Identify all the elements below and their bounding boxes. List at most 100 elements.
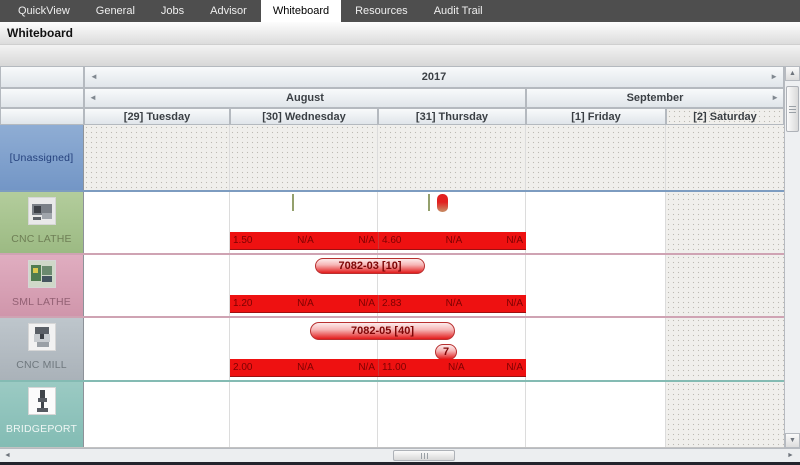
horizontal-scrollbar[interactable]: ◄ ► bbox=[0, 448, 800, 462]
load-bar-cnc-mill: 2.00 N/A N/A 11.00 N/A N/A bbox=[230, 359, 526, 377]
load-value: N/A bbox=[358, 362, 375, 373]
schedule-cell[interactable] bbox=[526, 255, 666, 316]
schedule-cell[interactable] bbox=[666, 192, 784, 253]
schedule-cell[interactable] bbox=[84, 192, 230, 253]
down-arrow-icon: ▼ bbox=[789, 437, 796, 444]
schedule-cell[interactable] bbox=[84, 255, 230, 316]
schedule-cell[interactable] bbox=[84, 125, 230, 190]
row-cnc-lathe: 1.50 N/A N/A 4.60 N/A N/A CNC LATHE bbox=[0, 192, 784, 255]
grip bbox=[427, 453, 428, 459]
month-label: August bbox=[286, 92, 324, 104]
left-arrow-icon: ◄ bbox=[4, 452, 11, 459]
month-label: September bbox=[627, 92, 684, 104]
load-value: 1.20 bbox=[233, 298, 252, 309]
load-bar-sml-lathe: 1.20 N/A N/A 2.83 N/A N/A bbox=[230, 295, 526, 313]
resource-name: CNC LATHE bbox=[11, 233, 72, 245]
scroll-left-button[interactable]: ◄ bbox=[0, 449, 15, 462]
row-cnc-mill: 7082-05 [40] 7 2.00 N/A N/A 11.00 N/A N/… bbox=[0, 318, 784, 382]
resource-label-sml-lathe: SML LATHE bbox=[0, 255, 84, 316]
year-header: ◄ 2017 ► bbox=[84, 66, 784, 88]
job-pill-7082-05[interactable]: 7082-05 [40] bbox=[310, 322, 455, 340]
tab-audit-trail[interactable]: Audit Trail bbox=[422, 0, 495, 22]
whiteboard-window: QuickView General Jobs Advisor Whiteboar… bbox=[0, 0, 800, 465]
job-pill-7082-03[interactable]: 7082-03 [10] bbox=[315, 258, 425, 274]
year-label: 2017 bbox=[422, 71, 446, 83]
month-corner-cell bbox=[0, 88, 84, 108]
day-header-wednesday: [30] Wednesday bbox=[230, 108, 378, 125]
machine-photo-icon bbox=[29, 324, 55, 350]
grip bbox=[789, 112, 796, 113]
month-next-icon[interactable]: ► bbox=[771, 94, 779, 102]
schedule-cell[interactable] bbox=[666, 255, 784, 316]
resource-label-cnc-mill: CNC MILL bbox=[0, 318, 84, 380]
schedule-cell[interactable] bbox=[666, 125, 784, 190]
schedule-cell[interactable] bbox=[526, 382, 666, 447]
job-marker-tick[interactable] bbox=[428, 194, 430, 211]
scroll-right-button[interactable]: ► bbox=[783, 449, 798, 462]
schedule-cell[interactable] bbox=[378, 382, 526, 447]
schedule-cell[interactable] bbox=[526, 318, 666, 380]
day-header-friday: [1] Friday bbox=[526, 108, 666, 125]
job-badge-7[interactable]: 7 bbox=[435, 344, 457, 360]
machine-photo-icon bbox=[29, 198, 55, 224]
tab-quickview[interactable]: QuickView bbox=[6, 0, 82, 22]
title-band: Whiteboard bbox=[0, 22, 800, 45]
tab-bar: QuickView General Jobs Advisor Whiteboar… bbox=[0, 0, 800, 22]
load-segment: 2.00 N/A N/A bbox=[230, 359, 378, 376]
resource-label-cnc-lathe: CNC LATHE bbox=[0, 192, 84, 253]
row-unassigned: [Unassigned] bbox=[0, 125, 784, 192]
load-value: 2.83 bbox=[382, 298, 401, 309]
load-value: N/A bbox=[506, 298, 523, 309]
year-next-icon[interactable]: ► bbox=[770, 73, 778, 81]
grip bbox=[789, 106, 796, 107]
tab-resources[interactable]: Resources bbox=[343, 0, 420, 22]
tab-whiteboard[interactable]: Whiteboard bbox=[261, 0, 341, 22]
vertical-scrollbar[interactable]: ▲ ▼ bbox=[784, 66, 800, 448]
vertical-scroll-thumb[interactable] bbox=[786, 86, 799, 132]
tab-general[interactable]: General bbox=[84, 0, 147, 22]
load-bar-cnc-lathe: 1.50 N/A N/A 4.60 N/A N/A bbox=[230, 232, 526, 250]
scroll-down-button[interactable]: ▼ bbox=[785, 433, 800, 448]
machine-photo-icon bbox=[29, 261, 55, 287]
load-segment: 1.20 N/A N/A bbox=[230, 295, 378, 312]
schedule-cell[interactable] bbox=[230, 125, 378, 190]
tab-jobs[interactable]: Jobs bbox=[149, 0, 196, 22]
scroll-up-button[interactable]: ▲ bbox=[785, 66, 800, 81]
load-value: N/A bbox=[358, 298, 375, 309]
schedule-cell[interactable] bbox=[378, 125, 526, 190]
day-header-thursday: [31] Thursday bbox=[378, 108, 526, 125]
resource-label-unassigned: [Unassigned] bbox=[0, 125, 84, 190]
load-value: N/A bbox=[297, 235, 314, 246]
schedule-cell[interactable] bbox=[666, 318, 784, 380]
scheduler-grid: ◄ 2017 ► ◄ August September ► [29] Tuesd… bbox=[0, 66, 800, 462]
load-segment: 4.60 N/A N/A bbox=[378, 232, 526, 249]
year-prev-icon[interactable]: ◄ bbox=[90, 73, 98, 81]
grip bbox=[789, 109, 796, 110]
load-value: N/A bbox=[297, 298, 314, 309]
resource-label-bridgeport: BRIDGEPORT bbox=[0, 382, 84, 447]
job-marker-blob[interactable] bbox=[437, 194, 448, 212]
load-segment: 11.00 N/A N/A bbox=[378, 359, 526, 376]
schedule-cell[interactable] bbox=[230, 382, 378, 447]
row-bridgeport: BRIDGEPORT bbox=[0, 382, 784, 448]
tab-advisor[interactable]: Advisor bbox=[198, 0, 259, 22]
schedule-cell[interactable] bbox=[666, 382, 784, 447]
day-header-saturday: [2] Saturday bbox=[666, 108, 784, 125]
month-prev-icon[interactable]: ◄ bbox=[89, 94, 97, 102]
load-value: 4.60 bbox=[382, 235, 401, 246]
load-value: N/A bbox=[297, 362, 314, 373]
schedule-cell[interactable] bbox=[526, 125, 666, 190]
schedule-cell[interactable] bbox=[84, 318, 230, 380]
schedule-cell[interactable] bbox=[526, 192, 666, 253]
load-value: N/A bbox=[446, 298, 463, 309]
load-value: 11.00 bbox=[382, 362, 406, 373]
machine-photo-icon bbox=[29, 388, 55, 414]
month-august: ◄ August bbox=[84, 88, 526, 108]
year-corner-cell bbox=[0, 66, 84, 88]
horizontal-scroll-thumb[interactable] bbox=[393, 450, 455, 461]
month-september: September ► bbox=[526, 88, 784, 108]
resource-name: SML LATHE bbox=[12, 296, 71, 308]
grip bbox=[424, 453, 425, 459]
job-marker-tick[interactable] bbox=[292, 194, 294, 211]
schedule-cell[interactable] bbox=[84, 382, 230, 447]
